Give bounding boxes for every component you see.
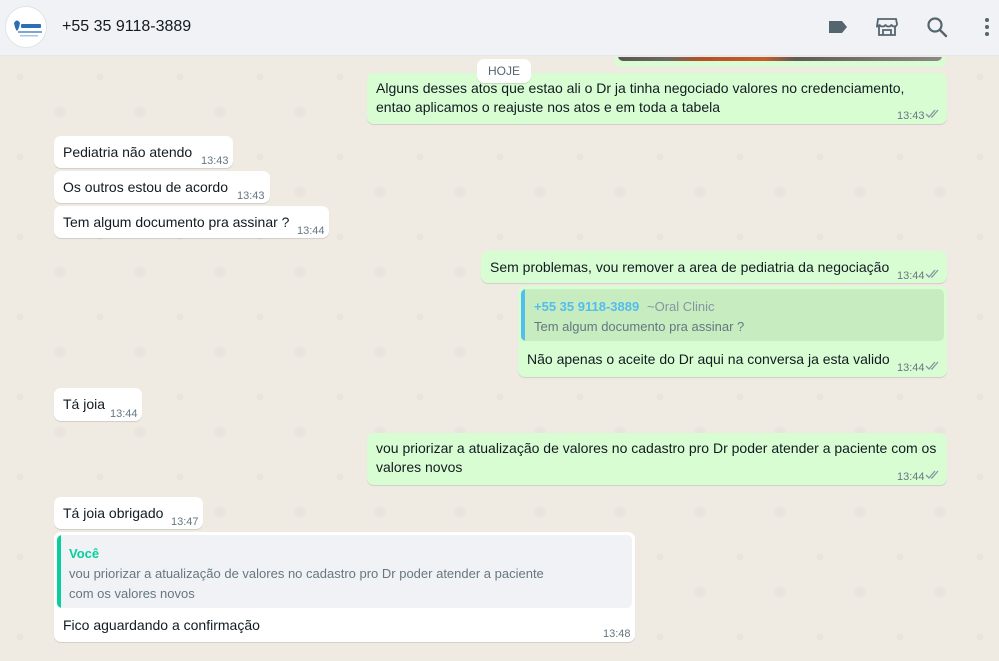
- message-time: 13:44: [897, 471, 925, 483]
- message-outgoing[interactable]: vou priorizar a atualização de valores n…: [367, 433, 947, 485]
- message-time: 13:43: [237, 190, 265, 202]
- message-incoming-reply[interactable]: Você vou priorizar a atualização de valo…: [54, 532, 635, 642]
- quote-text: vou priorizar a atualização de valores n…: [69, 566, 544, 601]
- quote-text: Tem algum documento pra assinar ?: [534, 319, 745, 334]
- message-text: vou priorizar a atualização de valores n…: [376, 440, 937, 475]
- message-incoming[interactable]: Pediatria não atendo 13:43: [54, 136, 233, 168]
- quote-author-name: ~Oral Clinic: [647, 299, 715, 314]
- chat-header: +55 35 9118-3889: [0, 0, 999, 56]
- double-check-icon: [925, 361, 939, 370]
- chat-area[interactable]: Alguns desses atos que estao ali o Dr ja…: [0, 57, 999, 661]
- quoted-message[interactable]: +55 35 9118-3889 ~Oral Clinic Tem algum …: [521, 289, 944, 341]
- contact-avatar[interactable]: [5, 6, 47, 48]
- media-thumbnail[interactable]: [618, 57, 942, 61]
- label-icon[interactable]: [826, 15, 850, 39]
- message-text: Alguns desses atos que estao ali o Dr ja…: [376, 80, 905, 115]
- message-incoming[interactable]: Tem algum documento pra assinar ? 13:44: [54, 206, 329, 238]
- message-text: Fico aguardando a confirmação: [63, 617, 260, 633]
- search-icon[interactable]: [925, 15, 949, 39]
- menu-icon[interactable]: [975, 15, 999, 39]
- message-time: 13:48: [603, 628, 631, 640]
- message-time: 13:44: [897, 362, 925, 374]
- double-check-icon: [925, 269, 939, 278]
- date-separator: HOJE: [477, 59, 531, 83]
- double-check-icon: [925, 470, 939, 479]
- message-incoming[interactable]: Os outros estou de acordo 13:43: [54, 171, 270, 203]
- message-time: 13:44: [297, 225, 325, 237]
- message-text: Tá joia: [63, 396, 106, 412]
- quote-author: Você: [69, 546, 100, 561]
- quote-bar: [521, 289, 525, 341]
- message-outgoing-reply[interactable]: +55 35 9118-3889 ~Oral Clinic Tem algum …: [518, 286, 947, 377]
- double-check-icon: [925, 109, 939, 118]
- message-outgoing[interactable]: Alguns desses atos que estao ali o Dr ja…: [367, 73, 947, 124]
- message-text: Tá joia obrigado: [63, 505, 164, 521]
- message-time: 13:44: [110, 408, 138, 420]
- message-outgoing[interactable]: Sem problemas, vou remover a area de ped…: [481, 251, 947, 283]
- media-message-partial[interactable]: [614, 57, 946, 67]
- message-text: Sem problemas, vou remover a area de ped…: [490, 259, 890, 275]
- message-incoming[interactable]: Tá joia obrigado 13:47: [54, 497, 203, 529]
- quoted-message[interactable]: Você vou priorizar a atualização de valo…: [57, 535, 632, 608]
- message-text: Não apenas o aceite do Dr aqui na conver…: [527, 351, 890, 367]
- clinic-logo-icon: [6, 7, 46, 47]
- message-time: 13:47: [171, 516, 199, 528]
- store-icon[interactable]: [875, 15, 899, 39]
- message-incoming[interactable]: Tá joia 13:44: [54, 388, 142, 421]
- message-time: 13:43: [201, 155, 229, 167]
- message-text: Tem algum documento pra assinar ?: [63, 214, 290, 230]
- message-text: Pediatria não atendo: [63, 144, 193, 160]
- message-text: Os outros estou de acordo: [63, 179, 228, 195]
- contact-name[interactable]: +55 35 9118-3889: [62, 18, 191, 36]
- message-time: 13:43: [897, 110, 925, 122]
- quote-bar: [57, 535, 61, 608]
- quote-author: +55 35 9118-3889: [534, 299, 640, 314]
- message-time: 13:44: [897, 270, 925, 282]
